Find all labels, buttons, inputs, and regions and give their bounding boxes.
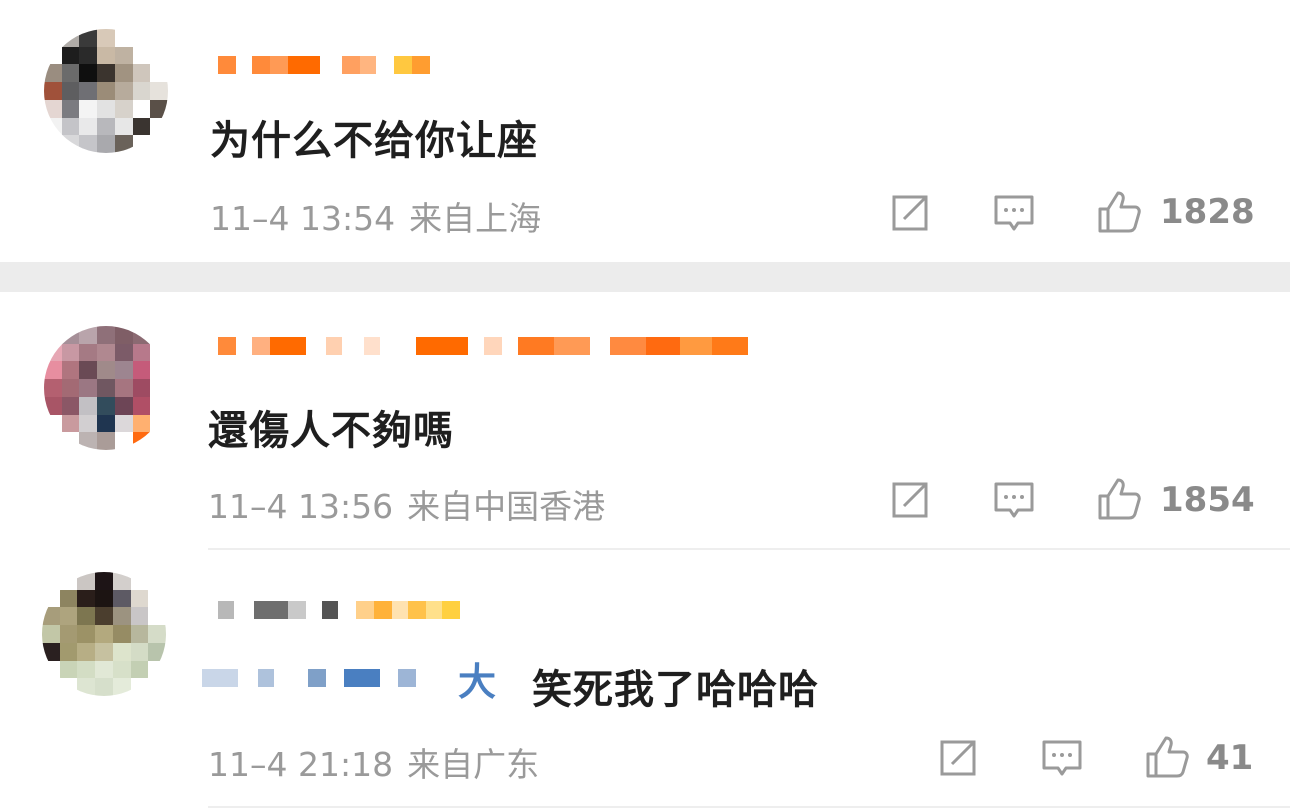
comment-text: 笑死我了哈哈哈 xyxy=(532,667,819,713)
section-separator xyxy=(0,262,1290,292)
comment-bubble-icon[interactable] xyxy=(992,191,1036,235)
comment-location: 来自上海 xyxy=(409,199,542,238)
username-redacted[interactable] xyxy=(218,590,460,630)
avatar[interactable] xyxy=(42,572,166,696)
thumbs-up-icon[interactable] xyxy=(1096,476,1142,522)
comment-meta: 11–4 13:54 来自上海 xyxy=(210,192,541,240)
comment-location: 来自广东 xyxy=(407,745,540,784)
mention-redacted[interactable]: 大 xyxy=(202,658,496,704)
comment-text: 为什么不给你让座 xyxy=(210,118,538,164)
comment-location: 来自中国香港 xyxy=(407,487,606,526)
thumbs-up-icon[interactable] xyxy=(1096,189,1142,235)
comment-meta: 11–4 13:56 来自中国香港 xyxy=(208,480,605,528)
comment-time: 11–4 13:56 xyxy=(208,487,394,526)
share-edit-icon[interactable] xyxy=(936,736,980,780)
mention-tail[interactable]: 大 xyxy=(458,651,496,706)
comment-time: 11–4 13:54 xyxy=(210,199,396,238)
share-edit-icon[interactable] xyxy=(888,478,932,522)
like-count: 1828 xyxy=(1160,192,1255,232)
comment-item: 還傷人不夠嗎 11–4 13:56 来自中国香港 1854 xyxy=(0,292,1290,550)
avatar[interactable] xyxy=(44,29,168,153)
avatar[interactable] xyxy=(44,326,168,450)
share-edit-icon[interactable] xyxy=(888,191,932,235)
comment-item: 大 笑死我了哈哈哈 11–4 21:18 来自广东 41 xyxy=(0,550,1290,809)
comment-bubble-icon[interactable] xyxy=(1040,736,1084,780)
thumbs-up-icon[interactable] xyxy=(1144,734,1190,780)
comment-item: 为什么不给你让座 11–4 13:54 来自上海 1828 xyxy=(0,0,1290,262)
comment-bubble-icon[interactable] xyxy=(992,478,1036,522)
like-count: 41 xyxy=(1206,738,1254,778)
comment-meta: 11–4 21:18 来自广东 xyxy=(208,738,539,786)
comment-time: 11–4 21:18 xyxy=(208,745,394,784)
like-count: 1854 xyxy=(1160,480,1255,520)
comment-divider xyxy=(208,806,1290,808)
username-redacted[interactable] xyxy=(218,45,430,85)
comment-text: 還傷人不夠嗎 xyxy=(208,408,454,454)
username-redacted[interactable] xyxy=(218,326,748,366)
